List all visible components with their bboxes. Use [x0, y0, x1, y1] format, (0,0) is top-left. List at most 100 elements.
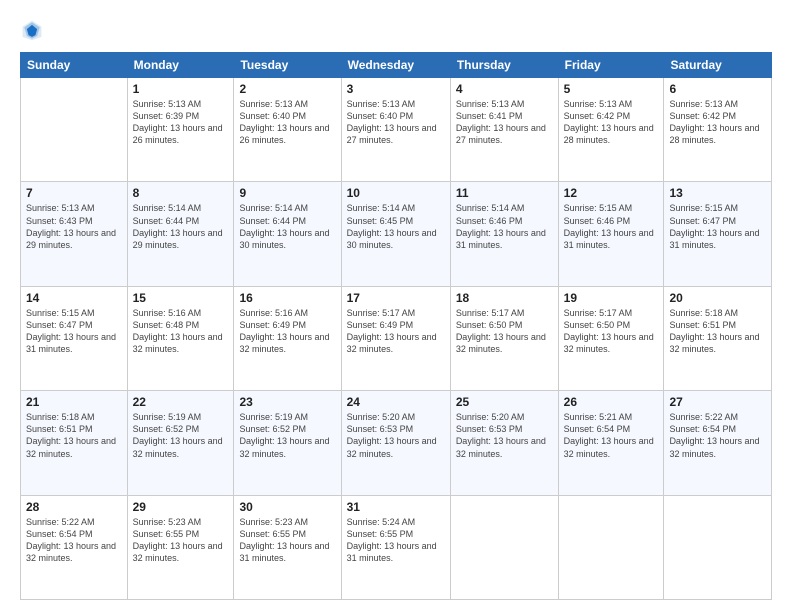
day-header-saturday: Saturday — [664, 53, 772, 78]
calendar-cell: 18Sunrise: 5:17 AMSunset: 6:50 PMDayligh… — [450, 286, 558, 390]
calendar-week-4: 21 Sunrise: 5:18 AMSunset: 6:51 PMDayligh… — [21, 391, 772, 495]
calendar-cell: 13 Sunrise: 5:15 AMSunset: 6:47 PMDayligh… — [664, 182, 772, 286]
day-info: Sunrise: 5:21 AMSunset: 6:54 PMDaylight:… — [564, 411, 659, 460]
day-info: Sunrise: 5:13 AMSunset: 6:42 PMDaylight:… — [669, 98, 766, 147]
day-info: Sunrise: 5:19 AMSunset: 6:52 PMDaylight:… — [133, 411, 229, 460]
day-info: Sunrise: 5:19 AMSunset: 6:52 PMDaylight:… — [239, 411, 335, 460]
calendar-cell: 31 Sunrise: 5:24 AMSunset: 6:55 PMDayligh… — [341, 495, 450, 599]
day-info: Sunrise: 5:13 AMSunset: 6:40 PMDaylight:… — [347, 98, 445, 147]
day-info: Sunrise: 5:15 AMSunset: 6:46 PMDaylight:… — [564, 202, 659, 251]
day-number: 8 — [133, 186, 229, 200]
calendar-cell: 17Sunrise: 5:17 AMSunset: 6:49 PMDayligh… — [341, 286, 450, 390]
calendar-week-5: 28 Sunrise: 5:22 AMSunset: 6:54 PMDayligh… — [21, 495, 772, 599]
day-number: 26 — [564, 395, 659, 409]
calendar-cell: 2 Sunrise: 5:13 AMSunset: 6:40 PMDaylight… — [234, 78, 341, 182]
day-info: Sunrise: 5:18 AMSunset: 6:51 PMDaylight:… — [26, 411, 122, 460]
day-header-tuesday: Tuesday — [234, 53, 341, 78]
day-number: 1 — [133, 82, 229, 96]
calendar-cell: 27 Sunrise: 5:22 AMSunset: 6:54 PMDayligh… — [664, 391, 772, 495]
calendar-cell: 23 Sunrise: 5:19 AMSunset: 6:52 PMDayligh… — [234, 391, 341, 495]
day-info: Sunrise: 5:13 AMSunset: 6:41 PMDaylight:… — [456, 98, 553, 147]
day-number: 30 — [239, 500, 335, 514]
day-info: Sunrise: 5:13 AMSunset: 6:39 PMDaylight:… — [133, 98, 229, 147]
calendar-table: SundayMondayTuesdayWednesdayThursdayFrid… — [20, 52, 772, 600]
calendar-cell: 5 Sunrise: 5:13 AMSunset: 6:42 PMDaylight… — [558, 78, 664, 182]
day-info: Sunrise: 5:14 AMSunset: 6:44 PMDaylight:… — [239, 202, 335, 251]
calendar-week-2: 7Sunrise: 5:13 AMSunset: 6:43 PMDaylight… — [21, 182, 772, 286]
day-info: Sunrise: 5:15 AMSunset: 6:47 PMDaylight:… — [669, 202, 766, 251]
calendar-cell: 29Sunrise: 5:23 AMSunset: 6:55 PMDayligh… — [127, 495, 234, 599]
day-info: Sunrise: 5:23 AMSunset: 6:55 PMDaylight:… — [133, 516, 229, 565]
day-info: Sunrise: 5:14 AMSunset: 6:44 PMDaylight:… — [133, 202, 229, 251]
calendar-cell: 4 Sunrise: 5:13 AMSunset: 6:41 PMDaylight… — [450, 78, 558, 182]
day-number: 4 — [456, 82, 553, 96]
day-info: Sunrise: 5:13 AMSunset: 6:43 PMDaylight:… — [26, 202, 122, 251]
calendar-cell: 3 Sunrise: 5:13 AMSunset: 6:40 PMDaylight… — [341, 78, 450, 182]
logo — [20, 18, 48, 42]
calendar-cell: 20 Sunrise: 5:18 AMSunset: 6:51 PMDayligh… — [664, 286, 772, 390]
day-info: Sunrise: 5:14 AMSunset: 6:46 PMDaylight:… — [456, 202, 553, 251]
day-info: Sunrise: 5:20 AMSunset: 6:53 PMDaylight:… — [347, 411, 445, 460]
calendar-cell: 30 Sunrise: 5:23 AMSunset: 6:55 PMDayligh… — [234, 495, 341, 599]
day-number: 6 — [669, 82, 766, 96]
calendar-week-1: 1 Sunrise: 5:13 AMSunset: 6:39 PMDaylight… — [21, 78, 772, 182]
logo-icon — [20, 18, 44, 42]
calendar-header-row: SundayMondayTuesdayWednesdayThursdayFrid… — [21, 53, 772, 78]
calendar-cell: 6 Sunrise: 5:13 AMSunset: 6:42 PMDaylight… — [664, 78, 772, 182]
calendar-cell — [450, 495, 558, 599]
calendar-cell: 28 Sunrise: 5:22 AMSunset: 6:54 PMDayligh… — [21, 495, 128, 599]
day-header-thursday: Thursday — [450, 53, 558, 78]
day-number: 23 — [239, 395, 335, 409]
day-number: 10 — [347, 186, 445, 200]
day-info: Sunrise: 5:18 AMSunset: 6:51 PMDaylight:… — [669, 307, 766, 356]
day-number: 31 — [347, 500, 445, 514]
day-info: Sunrise: 5:13 AMSunset: 6:42 PMDaylight:… — [564, 98, 659, 147]
day-number: 27 — [669, 395, 766, 409]
day-number: 9 — [239, 186, 335, 200]
calendar-cell: 11 Sunrise: 5:14 AMSunset: 6:46 PMDayligh… — [450, 182, 558, 286]
calendar-cell: 15Sunrise: 5:16 AMSunset: 6:48 PMDayligh… — [127, 286, 234, 390]
day-number: 11 — [456, 186, 553, 200]
calendar-cell: 24 Sunrise: 5:20 AMSunset: 6:53 PMDayligh… — [341, 391, 450, 495]
calendar-cell: 1 Sunrise: 5:13 AMSunset: 6:39 PMDaylight… — [127, 78, 234, 182]
day-number: 12 — [564, 186, 659, 200]
day-info: Sunrise: 5:17 AMSunset: 6:49 PMDaylight:… — [347, 307, 445, 356]
day-number: 18 — [456, 291, 553, 305]
calendar-cell: 10 Sunrise: 5:14 AMSunset: 6:45 PMDayligh… — [341, 182, 450, 286]
day-number: 28 — [26, 500, 122, 514]
calendar-cell: 22 Sunrise: 5:19 AMSunset: 6:52 PMDayligh… — [127, 391, 234, 495]
calendar-cell: 14 Sunrise: 5:15 AMSunset: 6:47 PMDayligh… — [21, 286, 128, 390]
day-info: Sunrise: 5:24 AMSunset: 6:55 PMDaylight:… — [347, 516, 445, 565]
day-info: Sunrise: 5:22 AMSunset: 6:54 PMDaylight:… — [26, 516, 122, 565]
day-info: Sunrise: 5:16 AMSunset: 6:49 PMDaylight:… — [239, 307, 335, 356]
day-number: 5 — [564, 82, 659, 96]
day-info: Sunrise: 5:14 AMSunset: 6:45 PMDaylight:… — [347, 202, 445, 251]
day-info: Sunrise: 5:17 AMSunset: 6:50 PMDaylight:… — [564, 307, 659, 356]
day-info: Sunrise: 5:16 AMSunset: 6:48 PMDaylight:… — [133, 307, 229, 356]
day-number: 16 — [239, 291, 335, 305]
day-number: 2 — [239, 82, 335, 96]
day-number: 21 — [26, 395, 122, 409]
day-info: Sunrise: 5:23 AMSunset: 6:55 PMDaylight:… — [239, 516, 335, 565]
calendar-cell: 7Sunrise: 5:13 AMSunset: 6:43 PMDaylight… — [21, 182, 128, 286]
day-number: 13 — [669, 186, 766, 200]
day-number: 14 — [26, 291, 122, 305]
day-info: Sunrise: 5:13 AMSunset: 6:40 PMDaylight:… — [239, 98, 335, 147]
calendar-cell: 12 Sunrise: 5:15 AMSunset: 6:46 PMDayligh… — [558, 182, 664, 286]
calendar-week-3: 14 Sunrise: 5:15 AMSunset: 6:47 PMDayligh… — [21, 286, 772, 390]
calendar-cell: 19Sunrise: 5:17 AMSunset: 6:50 PMDayligh… — [558, 286, 664, 390]
calendar-page: SundayMondayTuesdayWednesdayThursdayFrid… — [0, 0, 792, 612]
calendar-cell — [558, 495, 664, 599]
day-header-sunday: Sunday — [21, 53, 128, 78]
calendar-cell: 26 Sunrise: 5:21 AMSunset: 6:54 PMDayligh… — [558, 391, 664, 495]
calendar-cell — [21, 78, 128, 182]
day-number: 22 — [133, 395, 229, 409]
day-number: 3 — [347, 82, 445, 96]
calendar-cell: 16 Sunrise: 5:16 AMSunset: 6:49 PMDayligh… — [234, 286, 341, 390]
day-info: Sunrise: 5:15 AMSunset: 6:47 PMDaylight:… — [26, 307, 122, 356]
day-info: Sunrise: 5:22 AMSunset: 6:54 PMDaylight:… — [669, 411, 766, 460]
calendar-cell: 25Sunrise: 5:20 AMSunset: 6:53 PMDayligh… — [450, 391, 558, 495]
day-number: 24 — [347, 395, 445, 409]
day-number: 20 — [669, 291, 766, 305]
calendar-cell: 9 Sunrise: 5:14 AMSunset: 6:44 PMDaylight… — [234, 182, 341, 286]
